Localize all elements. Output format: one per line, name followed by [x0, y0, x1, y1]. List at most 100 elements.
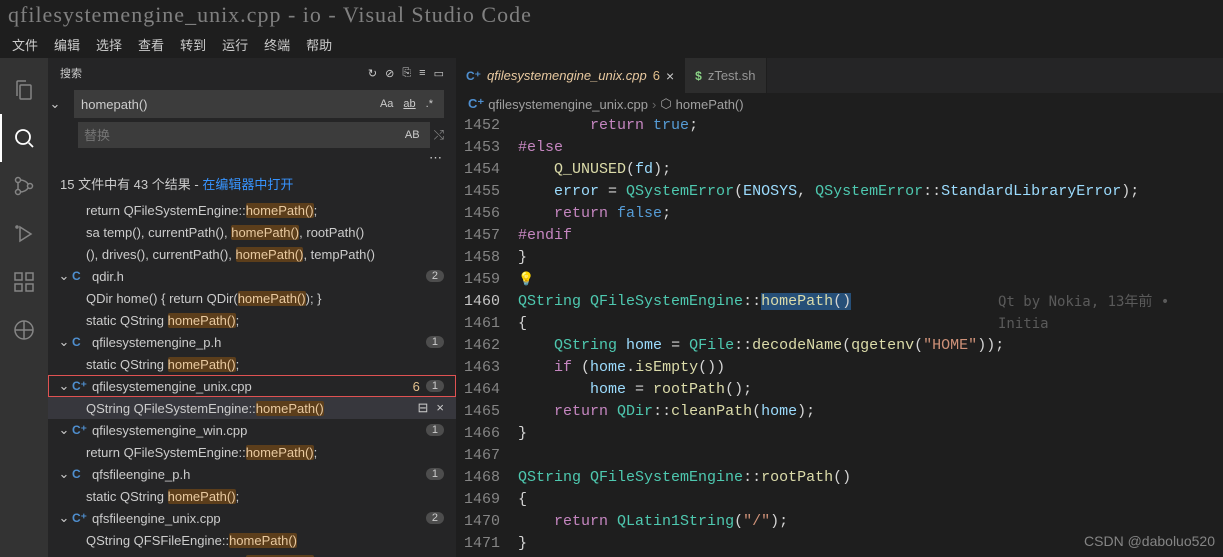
toggle-replace-icon[interactable]: ⌄: [48, 96, 62, 112]
code-area[interactable]: 1452145314541455145614571458145914601461…: [456, 115, 1223, 557]
extensions-icon[interactable]: [0, 258, 48, 306]
code-line[interactable]: #endif: [518, 225, 1223, 247]
search-input[interactable]: [81, 97, 376, 112]
menu-item[interactable]: 文件: [4, 31, 46, 58]
code-line[interactable]: #else: [518, 137, 1223, 159]
menu-item[interactable]: 运行: [214, 31, 256, 58]
result-line[interactable]: QString QFileSystemEngine::homePath()⊟×: [48, 397, 456, 419]
toggle-details-icon[interactable]: ⋯: [48, 150, 456, 168]
result-line[interactable]: (), drives(), currentPath(), homePath(),…: [48, 243, 456, 265]
search-input-box[interactable]: Aa ab .*: [74, 90, 444, 118]
file-icon: C⁺: [72, 379, 88, 393]
result-file[interactable]: ⌄Cqfsfileengine_p.h1: [48, 463, 456, 485]
search-icon[interactable]: [0, 114, 48, 162]
lightbulb-icon[interactable]: 💡: [518, 269, 534, 291]
clear-icon[interactable]: ⊘: [385, 67, 394, 80]
code-line[interactable]: return QLatin1String("/");: [518, 511, 1223, 533]
menu-item[interactable]: 转到: [172, 31, 214, 58]
match-case-icon[interactable]: Aa: [376, 96, 397, 112]
replace-input[interactable]: [84, 128, 401, 143]
code-line[interactable]: if (home.isEmpty()): [518, 357, 1223, 379]
close-icon[interactable]: ×: [666, 68, 674, 84]
code-line[interactable]: QString QFileSystemEngine::rootPath(): [518, 467, 1223, 489]
new-file-icon[interactable]: ⎘: [402, 67, 411, 80]
run-debug-icon[interactable]: [0, 210, 48, 258]
code-line[interactable]: }: [518, 423, 1223, 445]
open-in-editor-link[interactable]: 在编辑器中打开: [202, 177, 293, 192]
chevron-down-icon[interactable]: ⌄: [56, 378, 72, 394]
collapse-icon[interactable]: ≡: [419, 67, 425, 80]
breadcrumb-symbol[interactable]: homePath(): [676, 97, 744, 112]
code-line[interactable]: Q_UNUSED(fd);: [518, 159, 1223, 181]
code-line[interactable]: return QDir::cleanPath(home);: [518, 401, 1223, 423]
result-line[interactable]: return QFileSystemEngine::homePath();: [48, 199, 456, 221]
replace-input-box[interactable]: AB: [78, 122, 430, 148]
source-control-icon[interactable]: [0, 162, 48, 210]
results-tree[interactable]: return QFileSystemEngine::homePath();sa …: [48, 199, 456, 557]
chevron-down-icon[interactable]: ⌄: [56, 510, 72, 526]
line-number: 1461: [456, 313, 500, 335]
count-badge: 1: [426, 380, 444, 392]
code-line[interactable]: QString home = QFile::decodeName(qgetenv…: [518, 335, 1223, 357]
result-file[interactable]: ⌄C⁺qfilesystemengine_win.cpp1: [48, 419, 456, 441]
line-number: 1471: [456, 533, 500, 555]
file-icon: C⁺: [72, 511, 88, 525]
line-number: 1453: [456, 137, 500, 159]
menu-item[interactable]: 编辑: [46, 31, 88, 58]
code-line[interactable]: error = QSystemError(ENOSYS, QSystemErro…: [518, 181, 1223, 203]
result-line[interactable]: static QString homePath();: [48, 353, 456, 375]
file-icon: C⁺: [468, 96, 484, 112]
line-number: 1454: [456, 159, 500, 181]
code-line[interactable]: return false;: [518, 203, 1223, 225]
line-number: 1457: [456, 225, 500, 247]
result-line[interactable]: QDir home() { return QDir(homePath()); }: [48, 287, 456, 309]
line-number: 1468: [456, 467, 500, 489]
menu-item[interactable]: 帮助: [298, 31, 340, 58]
line-number: 1455: [456, 181, 500, 203]
code-line[interactable]: home = rootPath();: [518, 379, 1223, 401]
result-line[interactable]: return QFileSystemEngine::homePath();: [48, 551, 456, 557]
code-line[interactable]: }: [518, 247, 1223, 269]
refresh-icon[interactable]: ↻: [368, 67, 377, 80]
chevron-down-icon[interactable]: ⌄: [56, 268, 72, 284]
chevron-down-icon[interactable]: ⌄: [56, 422, 72, 438]
file-icon: C: [72, 335, 88, 349]
result-line[interactable]: static QString homePath();: [48, 485, 456, 507]
breadcrumb-file[interactable]: qfilesystemengine_unix.cpp: [488, 97, 648, 112]
line-number: 1458: [456, 247, 500, 269]
result-line[interactable]: QString QFSFileEngine::homePath(): [48, 529, 456, 551]
code-line[interactable]: return true;: [518, 115, 1223, 137]
menu-item[interactable]: 查看: [130, 31, 172, 58]
line-number: 1469: [456, 489, 500, 511]
whole-word-icon[interactable]: ab: [399, 96, 419, 112]
file-name: qdir.h: [92, 269, 426, 284]
regex-icon[interactable]: .*: [422, 96, 437, 112]
close-icon[interactable]: ×: [436, 400, 444, 416]
preserve-case-icon[interactable]: AB: [401, 127, 424, 143]
tab[interactable]: C⁺qfilesystemengine_unix.cpp6×: [456, 58, 685, 93]
remote-icon[interactable]: [0, 306, 48, 354]
dismiss-icon[interactable]: ⊟: [418, 400, 429, 416]
chevron-down-icon[interactable]: ⌄: [56, 334, 72, 350]
result-file[interactable]: ⌄C⁺qfsfileengine_unix.cpp2: [48, 507, 456, 529]
chevron-down-icon[interactable]: ⌄: [56, 466, 72, 482]
result-line[interactable]: return QFileSystemEngine::homePath();: [48, 441, 456, 463]
file-icon: C⁺: [466, 69, 481, 83]
tab[interactable]: $zTest.sh: [685, 58, 766, 93]
result-line[interactable]: sa temp(), currentPath(), homePath(), ro…: [48, 221, 456, 243]
line-number: 1464: [456, 379, 500, 401]
count-badge: 1: [426, 468, 444, 480]
expand-icon[interactable]: ▭: [434, 67, 444, 80]
code-line[interactable]: {: [518, 489, 1223, 511]
code-line[interactable]: [518, 269, 1223, 291]
breadcrumb[interactable]: C⁺ qfilesystemengine_unix.cpp › ⬡ homePa…: [456, 93, 1223, 115]
result-file[interactable]: ⌄Cqdir.h2: [48, 265, 456, 287]
explorer-icon[interactable]: [0, 66, 48, 114]
result-line[interactable]: static QString homePath();: [48, 309, 456, 331]
result-file[interactable]: ⌄Cqfilesystemengine_p.h1: [48, 331, 456, 353]
menu-item[interactable]: 终端: [256, 31, 298, 58]
menu-item[interactable]: 选择: [88, 31, 130, 58]
code-line[interactable]: [518, 445, 1223, 467]
replace-all-icon[interactable]: ⤭: [434, 127, 444, 143]
result-file[interactable]: ⌄C⁺qfilesystemengine_unix.cpp61: [48, 375, 456, 397]
